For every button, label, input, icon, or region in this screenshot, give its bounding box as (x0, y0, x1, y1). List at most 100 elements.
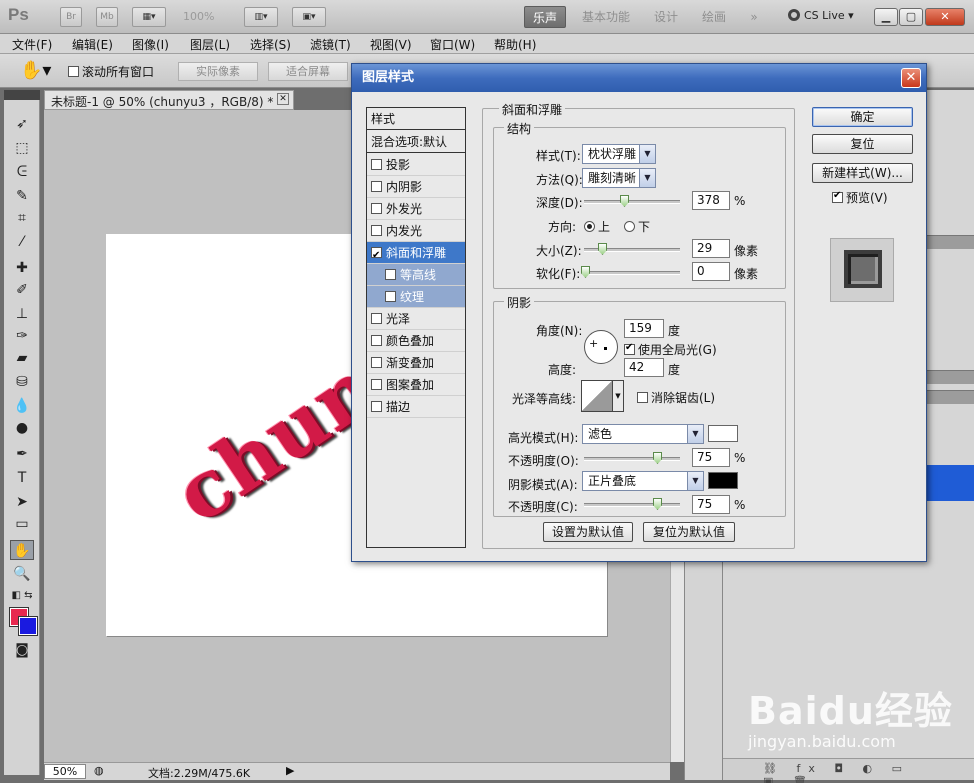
global-light-checkbox[interactable]: 使用全局光(G) (624, 341, 717, 358)
status-icon[interactable]: ◍ (94, 764, 104, 777)
soften-slider-thumb[interactable] (581, 266, 590, 278)
eraser-tool-icon[interactable]: ▰ (10, 348, 34, 368)
style-item-gradient-overlay[interactable]: 渐变叠加 (367, 352, 465, 374)
direction-down-radio[interactable]: 下 (624, 218, 650, 235)
scroll-all-windows-checkbox[interactable]: 滚动所有窗口 (68, 63, 154, 80)
ok-button[interactable]: 确定 (812, 107, 913, 127)
radio-down[interactable] (624, 221, 635, 232)
zoom-level-dropdown[interactable]: 100% (183, 10, 214, 23)
style-item-texture[interactable]: 纹理 (367, 286, 465, 308)
menu-edit[interactable]: 编辑(E) (72, 36, 113, 53)
marquee-tool-icon[interactable]: ⬚ (10, 138, 34, 158)
menu-image[interactable]: 图像(I) (132, 36, 169, 53)
angle-dial[interactable] (584, 330, 618, 364)
toolbox-header[interactable] (4, 90, 40, 100)
actual-pixels-button[interactable]: 实际像素 (178, 62, 258, 81)
menu-layer[interactable]: 图层(L) (190, 36, 230, 53)
gloss-contour-picker[interactable] (581, 380, 613, 412)
highlight-mode-select[interactable]: 滤色 ▼ (582, 424, 704, 444)
style-item-color-overlay[interactable]: 颜色叠加 (367, 330, 465, 352)
shadow-opacity-slider[interactable] (584, 498, 680, 510)
healing-brush-tool-icon[interactable]: ✚ (10, 258, 34, 278)
minimize-button[interactable]: ▁ (874, 8, 898, 26)
dialog-close-icon[interactable]: ✕ (901, 68, 921, 88)
close-document-icon[interactable]: ✕ (277, 93, 289, 105)
technique-select[interactable]: 雕刻清晰 ▼ (582, 168, 656, 188)
outer-glow-checkbox[interactable] (371, 203, 382, 214)
new-style-button[interactable]: 新建样式(W)... (812, 163, 913, 183)
blending-options-item[interactable]: 混合选项:默认 (367, 131, 465, 153)
shadow-color-swatch[interactable] (708, 472, 738, 489)
highlight-opacity-input[interactable]: 75 (692, 448, 730, 467)
angle-input[interactable]: 159 (624, 319, 664, 338)
status-menu-arrow-icon[interactable]: ▶ (286, 764, 294, 777)
shadow-mode-select[interactable]: 正片叠底 ▼ (582, 471, 704, 491)
brush-tool-icon[interactable]: ✐ (10, 280, 34, 300)
bevel-emboss-checkbox[interactable] (371, 245, 382, 267)
pen-tool-icon[interactable]: ✒ (10, 444, 34, 464)
soften-slider[interactable] (581, 266, 680, 278)
workspace-tab-2[interactable]: 基本功能 (576, 6, 636, 28)
clone-stamp-tool-icon[interactable]: ⊥ (10, 304, 34, 324)
crop-tool-icon[interactable]: ⌗ (10, 208, 34, 228)
satin-checkbox[interactable] (371, 313, 382, 324)
highlight-opacity-thumb[interactable] (653, 452, 662, 464)
dialog-title-bar[interactable]: 图层样式 (352, 64, 926, 92)
menu-select[interactable]: 选择(S) (250, 36, 291, 53)
fit-screen-button[interactable]: 适合屏幕 (268, 62, 348, 81)
workspace-tab-4[interactable]: 绘画 (696, 6, 732, 28)
type-tool-icon[interactable]: T (10, 468, 34, 488)
bridge-button[interactable]: Br (60, 7, 82, 27)
scroll-all-checkbox-box[interactable] (68, 66, 79, 77)
workspace-tab-3[interactable]: 设计 (648, 6, 684, 28)
size-slider[interactable] (584, 243, 680, 255)
depth-input[interactable]: 378 (692, 191, 730, 210)
pattern-overlay-checkbox[interactable] (371, 379, 382, 390)
global-light-box[interactable] (624, 342, 635, 355)
highlight-color-swatch[interactable] (708, 425, 738, 442)
background-color-swatch[interactable] (18, 616, 38, 636)
zoom-field[interactable]: 50% (44, 764, 86, 779)
style-item-satin[interactable]: 光泽 (367, 308, 465, 330)
menu-help[interactable]: 帮助(H) (494, 36, 536, 53)
hand-tool-preset-icon[interactable]: ✋▾ (20, 60, 51, 81)
cs-live-menu[interactable]: CS Live ▾ (788, 9, 854, 22)
quick-mask-icon[interactable]: ◙ (10, 640, 34, 660)
anti-alias-box[interactable] (637, 392, 648, 403)
style-item-inner-shadow[interactable]: 内阴影 (367, 176, 465, 198)
soften-input[interactable]: 0 (692, 262, 730, 281)
depth-slider-thumb[interactable] (620, 195, 629, 207)
dodge-tool-icon[interactable]: ● (10, 418, 34, 438)
inner-shadow-checkbox[interactable] (371, 181, 382, 192)
maximize-button[interactable]: ▢ (899, 8, 923, 26)
menu-view[interactable]: 视图(V) (370, 36, 412, 53)
blur-tool-icon[interactable]: 💧 (10, 396, 34, 416)
arrange-documents-icon[interactable]: ▥▾ (244, 7, 278, 27)
preview-box[interactable] (832, 190, 843, 203)
close-window-button[interactable]: ✕ (925, 8, 965, 26)
document-tab[interactable]: 未标题-1 @ 50% (chunyu3 ，RGB/8) * ✕ (44, 90, 294, 110)
style-item-pattern-overlay[interactable]: 图案叠加 (367, 374, 465, 396)
style-list-header[interactable]: 样式 (367, 108, 465, 130)
shadow-opacity-thumb[interactable] (653, 498, 662, 510)
selected-layer-row[interactable] (923, 465, 974, 501)
altitude-input[interactable]: 42 (624, 358, 664, 377)
workspace-tab-1[interactable]: 乐声 (524, 6, 566, 28)
direction-up-radio[interactable]: 上 (584, 218, 610, 235)
shadow-opacity-input[interactable]: 75 (692, 495, 730, 514)
menu-file[interactable]: 文件(F) (12, 36, 52, 53)
depth-slider[interactable] (584, 195, 680, 207)
quick-select-tool-icon[interactable]: ✎ (10, 186, 34, 206)
view-extras-icon[interactable]: ▦▾ (132, 7, 166, 27)
gloss-contour-dropdown-icon[interactable]: ▼ (613, 380, 624, 412)
eyedropper-tool-icon[interactable]: ⁄ (10, 232, 34, 252)
radio-up[interactable] (584, 221, 595, 232)
reset-default-button[interactable]: 复位为默认值 (643, 522, 735, 542)
style-item-inner-glow[interactable]: 内发光 (367, 220, 465, 242)
mini-bridge-button[interactable]: Mb (96, 7, 118, 27)
menu-window[interactable]: 窗口(W) (430, 36, 475, 53)
paint-bucket-tool-icon[interactable]: ⛁ (10, 372, 34, 392)
style-item-drop-shadow[interactable]: 投影 (367, 154, 465, 176)
reset-button[interactable]: 复位 (812, 134, 913, 154)
shape-tool-icon[interactable]: ▭ (10, 514, 34, 534)
